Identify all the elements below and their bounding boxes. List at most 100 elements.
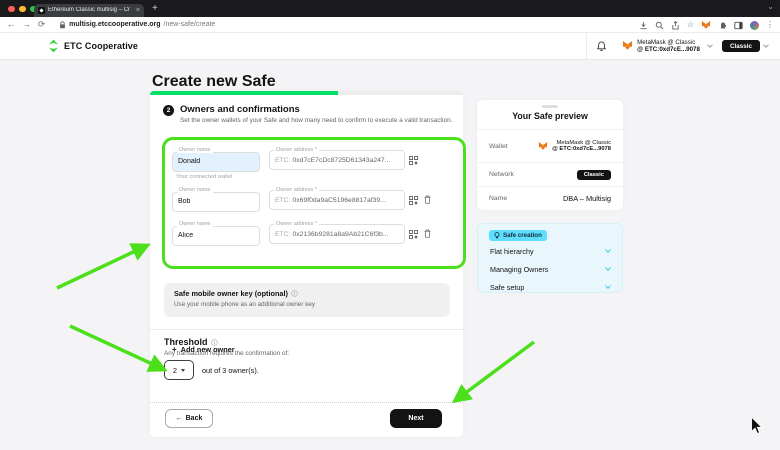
owner-name-label: Owner name [177,148,213,153]
owner-address-input[interactable]: ETC: 0x69f0da9aC5196e8817af39... [269,190,405,210]
progress-bar [150,91,463,95]
next-button[interactable]: Next [390,409,442,428]
browser-titlebar: Ethereum Classic multisig – Cr × + ⌄ [0,0,780,17]
footer-divider [150,402,463,403]
browser-window: Ethereum Classic multisig – Cr × + ⌄ ← →… [0,0,780,450]
metamask-extension-icon[interactable] [701,21,711,30]
back-arrow-icon: ← [176,415,183,422]
info-icon [211,339,218,346]
annotation-arrow-owners [57,246,146,288]
extensions-puzzle-icon[interactable] [718,21,727,30]
back-button[interactable]: ← Back [165,409,213,428]
owner-name-field: Owner name [172,190,260,212]
connected-wallet-helper: Your connected wallet [176,174,233,180]
qr-code-icon[interactable] [409,196,418,205]
safe-name-value: DBA – Multisig [563,194,611,203]
address-bar[interactable]: multisig.etccooperative.org/new-safe/cre… [59,21,215,29]
back-icon[interactable]: ← [7,20,16,29]
profile-avatar[interactable] [750,21,759,30]
metamask-fox-icon [622,41,633,51]
download-icon[interactable] [639,21,648,30]
annotation-arrow-next [456,342,534,400]
connected-wallet-selector[interactable]: MetaMask @ Classic @ ETC:0xd7cE...9078 [616,39,722,53]
step-number-badge: 2 [163,105,174,116]
owner-address-input[interactable]: ETC: 0xd7cE7cDc8725D61343a247... [269,150,405,170]
tab-title: Ethereum Classic multisig – Cr [48,7,133,13]
wallet-address: @ ETC:0xd7cE...9078 [637,46,700,53]
threshold-select[interactable]: 2 [164,360,194,380]
delete-trash-icon[interactable] [423,229,432,238]
tip-item-flat-hierarchy[interactable]: Flat hierarchy [478,243,622,259]
tip-item-safe-setup[interactable]: Safe setup [478,279,622,295]
owner-address-field: Owner address * ETC: 0x2136b9281a8a9Ab21… [269,224,405,244]
owner-address-field: Owner address * ETC: 0x69f0da9aC5196e881… [269,190,405,210]
search-icon[interactable] [655,21,664,30]
owner-name-label: Owner name [177,188,213,193]
share-icon[interactable] [671,21,680,30]
etc-logo-icon [48,39,59,53]
mouse-cursor [750,417,764,435]
tab-search-chevron-icon[interactable]: ⌄ [767,2,774,11]
threshold-suffix: out of 3 owner(s). [202,366,259,375]
bookmark-star-icon[interactable]: ☆ [687,21,694,29]
owner-name-label: Owner name [177,222,213,227]
network-row-label: Network [489,171,514,178]
owner-name-field: Owner name [172,224,260,246]
network-badge: Classic [577,170,611,180]
qr-code-icon[interactable] [409,156,418,165]
chevron-down-icon [605,283,611,289]
tab-close-icon[interactable]: × [136,7,140,14]
network-switcher[interactable]: Classic [722,40,760,52]
header-actions: MetaMask @ Classic @ ETC:0xd7cE...9078 C… [586,33,772,59]
threshold-value: 2 [173,366,177,375]
chevron-down-icon[interactable] [763,42,769,48]
brand[interactable]: ETC Cooperative [48,39,138,53]
owner-name-input[interactable] [172,152,260,172]
new-tab-button[interactable]: + [152,3,158,15]
address-prefix: ETC: [275,231,290,238]
caret-down-icon [181,369,185,372]
browser-tab[interactable]: Ethereum Classic multisig – Cr × [34,4,144,18]
preview-wallet-row: Wallet MetaMask @ Classic @ ETC:0xd7cE..… [477,129,623,162]
owner-address-input[interactable]: ETC: 0x2136b9281a8a9Ab21C6f3b... [269,224,405,244]
app-header: ETC Cooperative MetaMask @ Classic @ ETC… [0,33,780,60]
metamask-fox-icon [538,142,548,151]
safe-creation-tips-card: Safe creation Flat hierarchy Managing Ow… [477,223,623,293]
owner-address-label: Owner address * [274,148,319,153]
notifications-bell-icon[interactable] [597,41,606,51]
owner-address-label: Owner address * [274,188,319,193]
mobile-owner-key-box[interactable]: Safe mobile owner key (optional) Use you… [164,283,450,317]
tip-tag: Safe creation [489,230,547,241]
close-window-button[interactable] [8,6,15,13]
forward-icon[interactable]: → [23,20,32,29]
browser-toolbar: ← → ⟳ multisig.etccooperative.org/new-sa… [0,17,780,33]
mobile-key-title: Safe mobile owner key (optional) [174,289,288,298]
chevron-down-icon [605,265,611,271]
threshold-title: Threshold [164,337,218,347]
back-label: Back [186,415,203,422]
toolbar-actions: ☆ ⋮ [639,17,774,33]
delete-trash-icon[interactable] [423,195,432,204]
lightbulb-icon [494,232,500,239]
address-prefix: ETC: [275,157,290,164]
owner-name-input[interactable] [172,226,260,246]
side-panel-icon[interactable] [734,21,743,30]
name-row-label: Name [489,195,507,202]
section-divider [150,329,463,330]
wallet-row-label: Wallet [489,143,508,150]
url-path: /new-safe/create [164,21,216,28]
tip-item-managing-owners[interactable]: Managing Owners [478,261,622,277]
qr-code-icon[interactable] [409,230,418,239]
safe-preview-card: Your Safe preview Wallet MetaMask @ Clas… [477,100,623,210]
info-icon [291,290,298,297]
lock-icon [59,21,66,29]
reload-icon[interactable]: ⟳ [38,20,45,29]
step-title: Owners and confirmations [180,104,458,115]
browser-menu-icon[interactable]: ⋮ [766,21,774,29]
mobile-key-subtitle: Use your mobile phone as an additional o… [174,301,440,308]
minimize-window-button[interactable] [19,6,26,13]
owner-name-input[interactable] [172,192,260,212]
step-header: 2 Owners and confirmations Set the owner… [163,104,458,124]
owner-address-label: Owner address * [274,222,319,227]
drag-handle[interactable] [542,105,558,108]
